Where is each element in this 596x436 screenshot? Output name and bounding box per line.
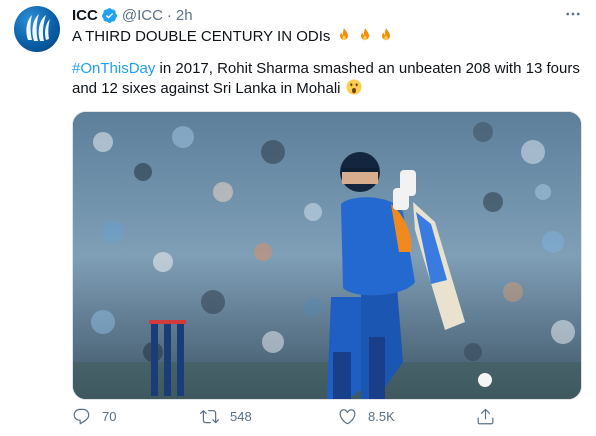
tweet[interactable]: ICC @ICC · 2h A THIRD DOUBLE CENTURY IN … bbox=[0, 0, 596, 436]
separator-dot: · bbox=[166, 6, 172, 24]
timestamp[interactable]: 2h bbox=[176, 7, 193, 24]
surprised-face-emoji-icon bbox=[346, 79, 362, 95]
tweet-header: ICC @ICC · 2h bbox=[72, 5, 584, 25]
retweet-button[interactable]: 548 bbox=[200, 404, 252, 428]
more-horizontal-icon bbox=[566, 12, 580, 16]
share-icon bbox=[477, 408, 494, 424]
more-options-button[interactable] bbox=[562, 3, 584, 25]
stumps bbox=[149, 320, 186, 396]
icc-logo-icon bbox=[26, 14, 50, 41]
author-handle[interactable]: @ICC bbox=[122, 7, 163, 24]
verified-badge-icon bbox=[101, 7, 117, 23]
tweet-headline: A THIRD DOUBLE CENTURY IN ODIs bbox=[72, 27, 584, 47]
tweet-headline-text: A THIRD DOUBLE CENTURY IN ODIs bbox=[72, 28, 331, 45]
heart-icon bbox=[339, 408, 356, 424]
reply-button[interactable]: 70 bbox=[72, 404, 116, 428]
hashtag-link[interactable]: #OnThisDay bbox=[72, 60, 155, 77]
fire-emoji-icon bbox=[381, 27, 390, 41]
tweet-photo[interactable] bbox=[72, 111, 582, 400]
like-button[interactable]: 8.5K bbox=[338, 404, 395, 428]
cricket-photo bbox=[73, 112, 581, 399]
like-count: 8.5K bbox=[368, 408, 395, 424]
tweet-actions: 70 548 8.5K bbox=[72, 404, 552, 428]
retweet-count: 548 bbox=[230, 408, 252, 424]
author-name[interactable]: ICC bbox=[72, 7, 98, 24]
reply-icon bbox=[73, 408, 90, 424]
fire-emoji-icon bbox=[360, 27, 369, 41]
tweet-body: #OnThisDay in 2017, Rohit Sharma smashed… bbox=[72, 59, 584, 99]
tweet-text: A THIRD DOUBLE CENTURY IN ODIs #OnThisDa… bbox=[72, 27, 584, 99]
share-button[interactable] bbox=[476, 404, 495, 428]
avatar[interactable] bbox=[14, 6, 60, 52]
reply-count: 70 bbox=[102, 408, 117, 424]
retweet-icon bbox=[200, 409, 219, 423]
fire-emoji-icon bbox=[339, 27, 348, 41]
